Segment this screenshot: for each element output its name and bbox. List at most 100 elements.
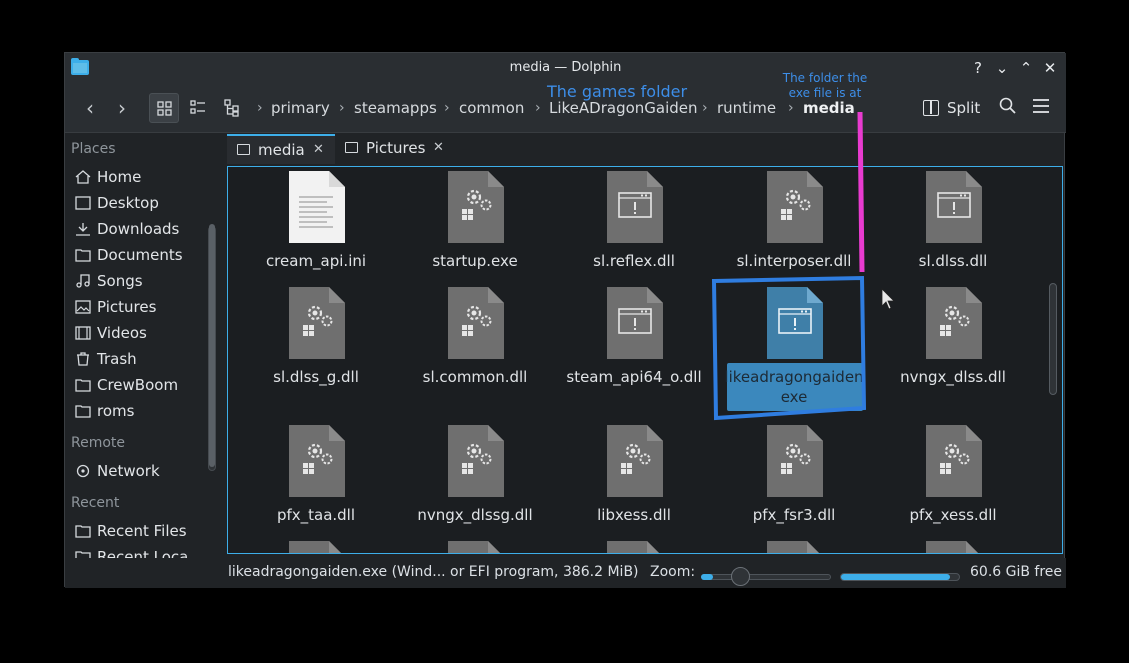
breadcrumb-likeadragongaiden[interactable]: LikeADragonGaiden	[549, 98, 698, 118]
file-item[interactable]: cream_api.ini	[241, 171, 391, 283]
breadcrumb-common[interactable]: common	[459, 98, 524, 118]
file-item[interactable]: nvngx_dlss.dll	[878, 287, 1028, 399]
sidebar-item-crewboom[interactable]: CrewBoom	[71, 373, 211, 397]
file-name: libxess.dll	[597, 506, 671, 524]
file-item[interactable]: sl.reflex.dll	[559, 171, 709, 283]
sidebar-item-label: Recent Files	[97, 522, 187, 540]
file-item[interactable]: libxess.dll	[559, 425, 709, 537]
search-button[interactable]	[999, 97, 1017, 119]
sidebar-item-label: CrewBoom	[97, 376, 179, 394]
home-icon	[75, 170, 91, 184]
sidebar-item-label: Videos	[97, 324, 147, 342]
zoom-slider-handle[interactable]	[731, 567, 750, 586]
breadcrumb-primary[interactable]: primary	[271, 98, 330, 118]
sidebar-item-trash[interactable]: Trash	[71, 347, 211, 371]
file-item[interactable]	[719, 541, 869, 553]
file-item[interactable]	[241, 541, 391, 553]
search-icon	[999, 97, 1016, 114]
file-icon	[767, 287, 823, 359]
file-icon	[926, 287, 982, 359]
file-item[interactable]	[878, 541, 1028, 553]
close-button[interactable]: ✕	[1040, 58, 1060, 78]
file-item[interactable]: sl.interposer.dll	[719, 171, 869, 283]
help-button[interactable]: ?	[968, 58, 988, 78]
file-view-scrollbar-thumb[interactable]	[1049, 283, 1057, 395]
minimize-button[interactable]: ⌄	[992, 58, 1012, 78]
zoom-slider-fill	[701, 574, 713, 580]
file-item[interactable]	[400, 541, 550, 553]
file-item[interactable]: pfx_fsr3.dll	[719, 425, 869, 537]
file-item[interactable]: pfx_taa.dll	[241, 425, 391, 537]
sidebar-item-documents[interactable]: Documents	[71, 243, 211, 267]
sidebar-item-home[interactable]: Home	[71, 165, 211, 189]
sidebar-item-downloads[interactable]: Downloads	[71, 217, 211, 241]
tab-label: Pictures	[366, 139, 426, 157]
file-item[interactable]: sl.dlss_g.dll	[241, 287, 391, 399]
breadcrumb-runtime[interactable]: runtime	[717, 98, 776, 118]
file-icon	[448, 541, 504, 553]
sidebar-item-pictures[interactable]: Pictures	[71, 295, 211, 319]
file-name: nvngx_dlssg.dll	[417, 506, 533, 524]
split-view-icon	[923, 100, 939, 116]
folder-icon	[75, 379, 91, 392]
file-icon	[448, 171, 504, 243]
status-bar: likeadragongaiden.exe (Wind... or EFI pr…	[65, 558, 1066, 588]
selection-info: likeadragongaiden.exe (Wind... or EFI pr…	[228, 564, 639, 580]
file-view[interactable]: cream_api.ini startup.exe sl.reflex.dll sl.…	[227, 166, 1063, 554]
sidebar-item-recent-files[interactable]: Recent Files	[71, 519, 211, 543]
file-name: pfx_xess.dll	[909, 506, 997, 524]
zoom-slider[interactable]	[701, 574, 831, 580]
file-item[interactable]: likeadragongaiden exe	[719, 287, 869, 411]
sidebar-item-videos[interactable]: Videos	[71, 321, 211, 345]
hamburger-menu-icon	[1033, 99, 1049, 113]
split-label: Split	[947, 99, 981, 117]
file-item[interactable]: sl.common.dll	[400, 287, 550, 399]
maximize-button[interactable]: ⌃	[1016, 58, 1036, 78]
sidebar-item-roms[interactable]: roms	[71, 399, 211, 423]
forward-button[interactable]: ›	[109, 95, 135, 121]
folder-icon	[75, 405, 91, 418]
file-icon	[767, 425, 823, 497]
file-icon	[926, 425, 982, 497]
sidebar-item-desktop[interactable]: Desktop	[71, 191, 211, 215]
places-sidebar: Places Home Desktop Downloads Documents …	[65, 134, 217, 588]
dolphin-window: media — Dolphin ? ⌄ ⌃ ✕ ‹ › › primary › …	[64, 52, 1066, 588]
file-item[interactable]: sl.dlss.dll	[878, 171, 1028, 283]
icons-view-button[interactable]	[149, 93, 179, 123]
file-name: sl.common.dll	[422, 368, 528, 386]
compact-view-button[interactable]	[183, 93, 213, 123]
folder-icon	[237, 144, 250, 155]
breadcrumb-media[interactable]: media	[803, 98, 855, 118]
film-icon	[75, 326, 91, 340]
file-item[interactable]: steam_api64_o.dll	[559, 287, 709, 399]
documents-folder-icon	[75, 249, 91, 262]
sidebar-item-label: roms	[97, 402, 135, 420]
file-item[interactable]	[559, 541, 709, 553]
file-name: likeadragongaiden exe	[724, 368, 864, 406]
file-name: cream_api.ini	[265, 252, 367, 270]
tab-close-button[interactable]: ✕	[313, 136, 324, 164]
tab-bar: media ✕ Pictures ✕	[227, 134, 1065, 164]
file-icon	[926, 541, 982, 553]
file-name: steam_api64_o.dll	[566, 368, 702, 386]
file-item[interactable]: pfx_xess.dll	[878, 425, 1028, 537]
sidebar-item-label: Documents	[97, 246, 183, 264]
sidebar-item-songs[interactable]: Songs	[71, 269, 211, 293]
menu-button[interactable]	[1032, 98, 1050, 118]
sidebar-item-label: Home	[97, 168, 142, 186]
file-name: pfx_fsr3.dll	[752, 506, 836, 524]
file-icon	[607, 541, 663, 553]
tab-close-button[interactable]: ✕	[433, 134, 444, 162]
back-button[interactable]: ‹	[77, 95, 103, 121]
tab-media[interactable]: media ✕	[227, 134, 335, 164]
music-note-icon	[76, 274, 90, 288]
places-header: Places	[71, 141, 116, 157]
sidebar-scrollbar-thumb[interactable]	[209, 224, 215, 467]
file-item[interactable]: startup.exe	[400, 171, 550, 283]
sidebar-item-network[interactable]: Network	[71, 459, 211, 483]
tab-pictures[interactable]: Pictures ✕	[335, 134, 455, 164]
file-item[interactable]: nvngx_dlssg.dll	[400, 425, 550, 537]
details-view-button[interactable]	[217, 93, 247, 123]
breadcrumb-steamapps[interactable]: steamapps	[354, 98, 437, 118]
trash-icon	[77, 352, 89, 366]
